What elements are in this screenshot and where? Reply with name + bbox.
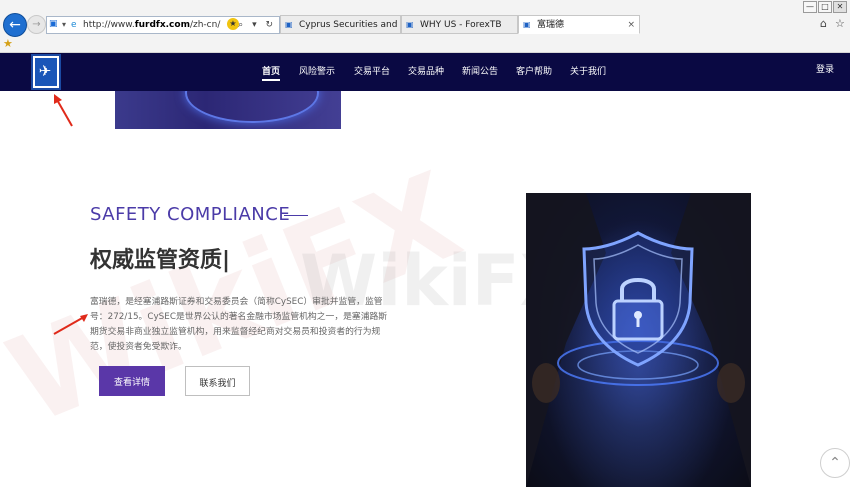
annotation-arrow-logo	[54, 94, 73, 127]
nav-item-news[interactable]: 新闻公告	[462, 53, 498, 91]
nav-item-about-us[interactable]: 关于我们	[570, 53, 606, 91]
annotation-arrow-description	[53, 314, 88, 335]
banner-glow-arc	[185, 91, 319, 123]
view-details-button[interactable]: 查看详情	[99, 366, 165, 396]
title-divider	[284, 215, 308, 216]
section-title-en: SAFETY COMPLIANCE	[90, 204, 291, 225]
wing-logo-icon: ✈	[38, 62, 52, 80]
tab-furuide[interactable]: ▣ 富瑞德 ×	[518, 15, 640, 34]
address-controls[interactable]: ⌕ ▾ ↻	[238, 17, 276, 33]
security-shield-image	[526, 193, 751, 487]
ie-page-icon: ▣	[285, 20, 293, 29]
address-bar[interactable]: ▣ ▾ e http://www.furdfx.com/zh-cn/ ★ ⌕ ▾…	[46, 16, 280, 34]
nav-item-home[interactable]: 首页	[262, 53, 281, 91]
scroll-to-top-icon[interactable]: ⌃	[820, 448, 850, 478]
minimize-window-icon[interactable]: —	[803, 1, 817, 13]
contact-us-button[interactable]: 联系我们	[185, 366, 250, 396]
banner-image	[115, 91, 341, 129]
site-navbar: ✈ 首页 风险警示 交易平台 交易品种 新闻公告 客户帮助 关于我们 登录	[0, 53, 850, 91]
login-link[interactable]: 登录	[816, 53, 834, 91]
section-description: 富瑞德，是经塞浦路斯证券和交易委员会（简称CySEC）审批并监管，监管号：272…	[90, 297, 388, 352]
shield-lock-icon	[526, 193, 751, 487]
section-title-cn: 权威监管资质|	[90, 248, 231, 273]
nav-item-trading-products[interactable]: 交易品种	[408, 53, 444, 91]
nav-item-risk-warning[interactable]: 风险警示	[299, 53, 335, 91]
home-icon[interactable]: ⌂	[820, 17, 827, 30]
site-logo[interactable]: ✈	[31, 54, 61, 90]
nav-item-customer-help[interactable]: 客户帮助	[516, 53, 552, 91]
page-icon: ▣	[49, 19, 58, 29]
maximize-window-icon[interactable]: □	[818, 1, 832, 13]
address-url[interactable]: http://www.furdfx.com/zh-cn/	[83, 17, 220, 33]
dropdown-icon[interactable]: ▾	[62, 17, 66, 33]
browser-chrome: ← → ▣ ▾ e http://www.furdfx.com/zh-cn/ ★…	[0, 0, 850, 53]
tab-forextb[interactable]: ▣ WHY US - ForexTB	[401, 15, 518, 34]
close-window-icon[interactable]: ✕	[833, 1, 847, 13]
ie-logo-icon: e	[71, 20, 77, 30]
back-arrow-icon[interactable]: ←	[3, 13, 27, 37]
favorites-bar-icon[interactable]: ★	[3, 37, 13, 50]
ie-page-icon: ▣	[406, 20, 414, 29]
ie-page-icon: ▣	[523, 20, 531, 29]
nav-item-trading-platform[interactable]: 交易平台	[354, 53, 390, 91]
close-tab-icon[interactable]: ×	[627, 16, 635, 33]
forward-arrow-icon[interactable]: →	[27, 15, 46, 34]
tab-cyprus-securities[interactable]: ▣ Cyprus Securities and Excha...	[280, 15, 401, 34]
favorites-star-icon[interactable]: ☆	[835, 17, 845, 30]
